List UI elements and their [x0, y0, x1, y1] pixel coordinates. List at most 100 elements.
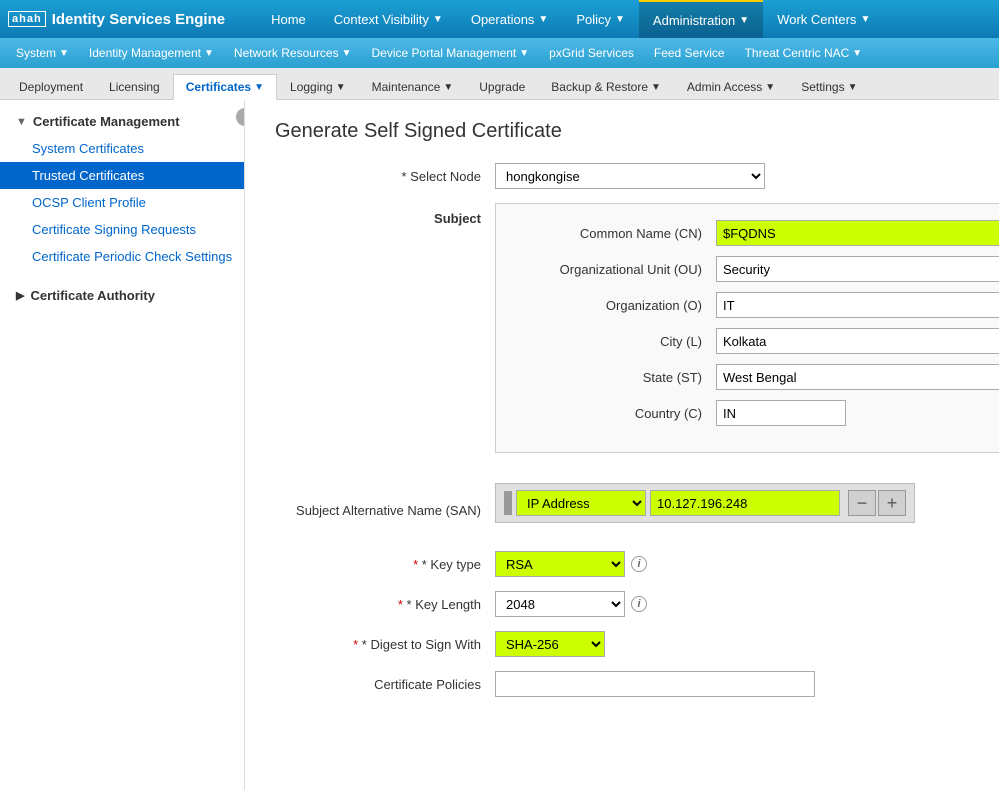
- org-unit-label: Organizational Unit (OU): [516, 262, 716, 277]
- digest-dropdown[interactable]: SHA-256 SHA-384 SHA-512: [495, 631, 605, 657]
- nav-feed-service[interactable]: Feed Service: [644, 38, 735, 68]
- chevron-down-icon: ▼: [765, 82, 775, 93]
- chevron-down-icon: ▼: [615, 14, 625, 25]
- nav-home[interactable]: Home: [257, 0, 320, 38]
- common-name-label: Common Name (CN): [516, 226, 716, 241]
- nav-operations[interactable]: Operations▼: [457, 0, 563, 38]
- third-navigation: Deployment Licensing Certificates▼ Loggi…: [0, 68, 999, 100]
- cisco-logo: ahah Identity Services Engine: [8, 11, 245, 28]
- cert-authority-title[interactable]: ▶ Certificate Authority: [0, 282, 244, 309]
- nav-network-resources[interactable]: Network Resources▼: [224, 38, 362, 68]
- app-title: Identity Services Engine: [52, 11, 225, 28]
- san-label: Subject Alternative Name (SAN): [275, 503, 495, 518]
- country-label: Country (C): [516, 406, 716, 421]
- nav-system[interactable]: System▼: [6, 38, 79, 68]
- chevron-down-icon: ▼: [651, 82, 661, 93]
- sidebar-item-cert-check[interactable]: Certificate Periodic Check Settings: [0, 243, 244, 270]
- chevron-down-icon: ▼: [739, 15, 749, 26]
- nav-identity-management[interactable]: Identity Management▼: [79, 38, 224, 68]
- chevron-down-icon: ▼: [538, 14, 548, 25]
- key-length-dropdown[interactable]: 1024 2048 4096: [495, 591, 625, 617]
- chevron-down-icon: ▼: [433, 14, 443, 25]
- select-node-label: * Select Node: [275, 169, 495, 184]
- key-type-info-icon[interactable]: i: [631, 556, 647, 572]
- tab-deployment[interactable]: Deployment: [6, 74, 96, 99]
- city-label: City (L): [516, 334, 716, 349]
- nav-policy[interactable]: Policy▼: [562, 0, 639, 38]
- cert-policies-label: Certificate Policies: [275, 677, 495, 692]
- key-type-label: * * Key type: [275, 557, 495, 572]
- cert-management-section: ▼ Certificate Management System Certific…: [0, 100, 244, 278]
- sidebar: ‹ ▼ Certificate Management System Certif…: [0, 100, 245, 790]
- chevron-down-icon: ▼: [852, 48, 862, 59]
- digest-label: * * Digest to Sign With: [275, 637, 495, 652]
- tab-maintenance[interactable]: Maintenance▼: [359, 74, 467, 99]
- country-row: Country (C): [516, 400, 999, 426]
- nav-device-portal-mgmt[interactable]: Device Portal Management▼: [362, 38, 540, 68]
- chevron-down-icon: ▼: [254, 82, 264, 93]
- chevron-down-icon: ▼: [59, 48, 69, 59]
- subject-section-label: Subject: [434, 211, 481, 226]
- tab-upgrade[interactable]: Upgrade: [466, 74, 538, 99]
- page-layout: ‹ ▼ Certificate Management System Certif…: [0, 100, 999, 790]
- select-node-dropdown[interactable]: hongkongise: [495, 163, 765, 189]
- san-add-button[interactable]: +: [878, 490, 906, 516]
- digest-row: * * Digest to Sign With SHA-256 SHA-384 …: [275, 631, 969, 657]
- cert-policies-input[interactable]: [495, 671, 815, 697]
- sidebar-item-system-certs[interactable]: System Certificates: [0, 135, 244, 162]
- city-row: City (L): [516, 328, 999, 354]
- chevron-right-icon: ▶: [16, 289, 24, 302]
- org-unit-input[interactable]: [716, 256, 999, 282]
- tab-backup-restore[interactable]: Backup & Restore▼: [538, 74, 674, 99]
- san-type-dropdown[interactable]: IP Address DNS URI Email: [516, 490, 646, 516]
- second-navigation: System▼ Identity Management▼ Network Res…: [0, 38, 999, 68]
- key-length-info-icon[interactable]: i: [631, 596, 647, 612]
- key-type-row: * * Key type RSA ECDSA i: [275, 551, 969, 577]
- chevron-down-icon: ▼: [443, 82, 453, 93]
- nav-context-visibility[interactable]: Context Visibility▼: [320, 0, 457, 38]
- sidebar-item-csr[interactable]: Certificate Signing Requests: [0, 216, 244, 243]
- nav-pxgrid[interactable]: pxGrid Services: [539, 38, 644, 68]
- tab-admin-access[interactable]: Admin Access▼: [674, 74, 788, 99]
- org-unit-row: Organizational Unit (OU) i: [516, 256, 999, 282]
- san-drag-handle[interactable]: [504, 491, 512, 515]
- sidebar-item-trusted-certs[interactable]: Trusted Certificates: [0, 162, 244, 189]
- page-title: Generate Self Signed Certificate: [275, 120, 969, 143]
- key-length-row: * * Key Length 1024 2048 4096 i: [275, 591, 969, 617]
- cert-management-title[interactable]: ▼ Certificate Management: [0, 108, 244, 135]
- tab-settings[interactable]: Settings▼: [788, 74, 870, 99]
- state-row: State (ST): [516, 364, 999, 390]
- tab-certificates[interactable]: Certificates▼: [173, 74, 277, 100]
- key-length-label: * * Key Length: [275, 597, 495, 612]
- san-ip-input[interactable]: [650, 490, 840, 516]
- country-input[interactable]: [716, 400, 846, 426]
- chevron-down-icon: ▼: [16, 116, 27, 128]
- chevron-down-icon: ▼: [848, 82, 858, 93]
- select-node-row: * Select Node hongkongise: [275, 163, 969, 189]
- nav-administration[interactable]: Administration▼: [639, 0, 763, 38]
- org-input[interactable]: [716, 292, 999, 318]
- san-remove-button[interactable]: −: [848, 490, 876, 516]
- key-type-dropdown[interactable]: RSA ECDSA: [495, 551, 625, 577]
- nav-threat-centric[interactable]: Threat Centric NAC▼: [735, 38, 873, 68]
- chevron-down-icon: ▼: [860, 14, 870, 25]
- sidebar-item-ocsp[interactable]: OCSP Client Profile: [0, 189, 244, 216]
- san-section: IP Address DNS URI Email − +: [495, 483, 915, 523]
- chevron-down-icon: ▼: [519, 48, 529, 59]
- state-label: State (ST): [516, 370, 716, 385]
- top-navigation: ahah Identity Services Engine Home Conte…: [0, 0, 999, 38]
- chevron-down-icon: ▼: [204, 48, 214, 59]
- common-name-row: Common Name (CN) i: [516, 220, 999, 246]
- chevron-down-icon: ▼: [342, 48, 352, 59]
- nav-work-centers[interactable]: Work Centers▼: [763, 0, 884, 38]
- tab-licensing[interactable]: Licensing: [96, 74, 173, 99]
- state-input[interactable]: [716, 364, 999, 390]
- chevron-down-icon: ▼: [336, 82, 346, 93]
- city-input[interactable]: [716, 328, 999, 354]
- subject-section: Common Name (CN) i Organizational Unit (…: [495, 203, 999, 453]
- org-row: Organization (O) i: [516, 292, 999, 318]
- main-content: Generate Self Signed Certificate * Selec…: [245, 100, 999, 790]
- common-name-input[interactable]: [716, 220, 999, 246]
- cert-policies-row: Certificate Policies: [275, 671, 969, 697]
- tab-logging[interactable]: Logging▼: [277, 74, 359, 99]
